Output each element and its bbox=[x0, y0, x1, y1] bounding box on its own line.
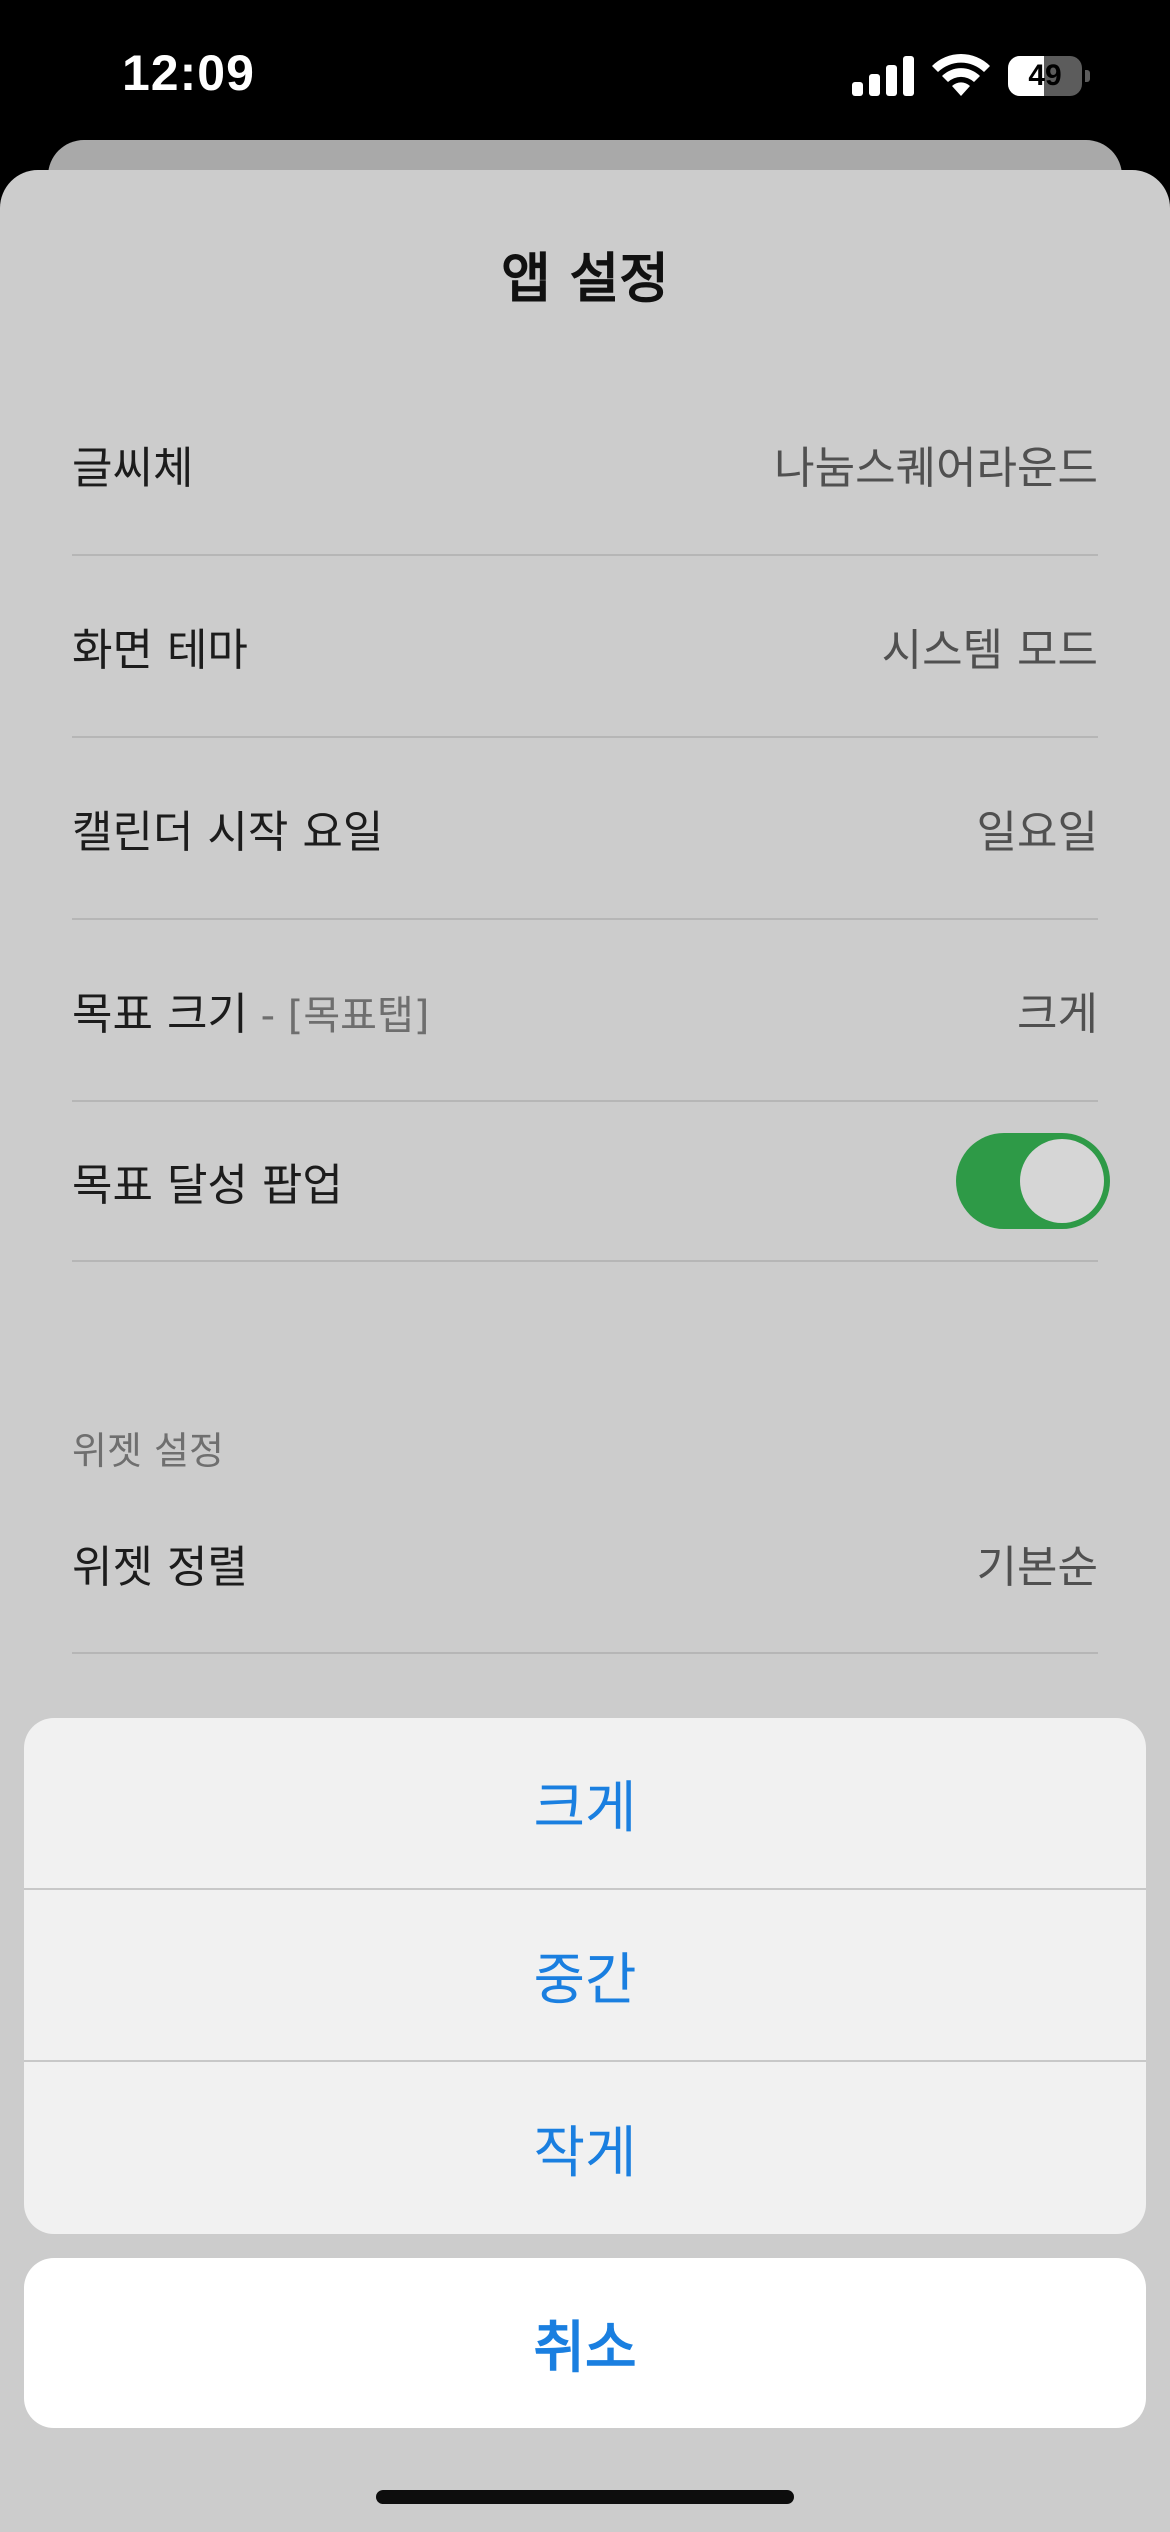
row-label: 목표 크기 - [목표탭] bbox=[72, 989, 430, 1040]
wifi-icon bbox=[932, 53, 990, 96]
settings-row-calendar-start[interactable]: 캘린더 시작 요일 일요일 bbox=[72, 738, 1098, 920]
option-large-button[interactable]: 크게 bbox=[24, 1718, 1146, 1890]
home-indicator[interactable] bbox=[376, 2490, 794, 2504]
status-bar: 12:09 49 bbox=[0, 0, 1170, 150]
option-medium-button[interactable]: 중간 bbox=[24, 1890, 1146, 2062]
row-label: 위젯 정렬 bbox=[72, 1542, 248, 1593]
settings-row-theme[interactable]: 화면 테마 시스템 모드 bbox=[72, 556, 1098, 738]
action-sheet-options: 크게 중간 작게 bbox=[24, 1718, 1146, 2234]
row-label: 글씨체 bbox=[72, 443, 194, 494]
goal-popup-toggle[interactable] bbox=[956, 1133, 1110, 1229]
battery-level-text: 49 bbox=[1028, 59, 1062, 92]
row-value: 일요일 bbox=[976, 807, 1098, 858]
option-small-button[interactable]: 작게 bbox=[24, 2062, 1146, 2234]
settings-row-goal-size[interactable]: 목표 크기 - [목표탭] 크게 bbox=[72, 920, 1098, 1102]
row-value: 기본순 bbox=[976, 1542, 1098, 1593]
section-header-widget: 위젯 설정 bbox=[72, 1429, 224, 1473]
row-label: 목표 달성 팝업 bbox=[72, 1160, 343, 1211]
status-time: 12:09 bbox=[122, 45, 255, 101]
row-value: 시스템 모드 bbox=[881, 625, 1098, 676]
toggle-knob bbox=[1020, 1139, 1104, 1223]
cancel-button[interactable]: 취소 bbox=[24, 2258, 1146, 2428]
sheet-title: 앱 설정 bbox=[501, 247, 669, 310]
row-label: 캘린더 시작 요일 bbox=[72, 807, 384, 858]
row-sublabel: - [목표탭] bbox=[247, 993, 430, 1039]
battery-icon: 49 bbox=[1008, 56, 1090, 96]
row-label: 화면 테마 bbox=[72, 625, 248, 676]
settings-row-goal-popup: 목표 달성 팝업 bbox=[72, 1102, 1110, 1262]
row-value: 크게 bbox=[1017, 989, 1098, 1040]
settings-row-widget-sort[interactable]: 위젯 정렬 기본순 bbox=[72, 1474, 1098, 1654]
row-value: 나눔스퀘어라운드 bbox=[774, 443, 1098, 494]
settings-row-font[interactable]: 글씨체 나눔스퀘어라운드 bbox=[72, 374, 1098, 556]
cellular-signal-icon bbox=[852, 56, 914, 96]
